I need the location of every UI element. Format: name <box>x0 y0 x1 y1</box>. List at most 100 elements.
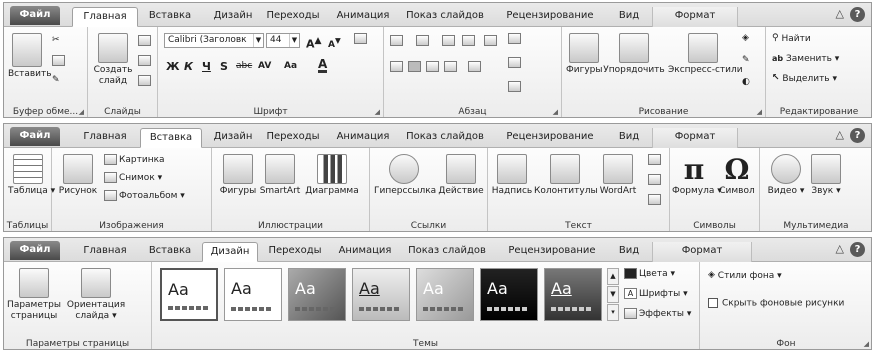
hyperlink-button[interactable]: Гиперссылка <box>374 154 436 197</box>
tab-review[interactable]: Рецензирование <box>502 7 598 27</box>
tab-animation[interactable]: Анимация <box>330 128 396 148</box>
tab-slideshow[interactable]: Показ слайдов <box>402 7 488 27</box>
dialog-launcher-icon[interactable]: ◢ <box>375 108 380 116</box>
tab-home[interactable]: Главная <box>72 242 138 262</box>
format-painter-button[interactable]: ✎ <box>52 75 60 87</box>
tab-view[interactable]: Вид <box>614 7 644 27</box>
theme-thumbnail[interactable]: Aa <box>224 268 282 321</box>
clear-format-button[interactable] <box>354 33 369 45</box>
orientation-button[interactable]: Ориентация слайда ▾ <box>66 268 126 322</box>
picture-button[interactable]: Рисунок <box>56 154 100 197</box>
quick-styles-button[interactable]: Экспресс-стили <box>668 33 743 76</box>
tab-transitions[interactable]: Переходы <box>262 128 324 148</box>
theme-thumbnail[interactable]: Aa <box>480 268 538 321</box>
new-slide-button[interactable]: Создать слайд <box>92 33 134 87</box>
tab-view[interactable]: Вид <box>614 128 644 148</box>
chart-button[interactable]: Диаграмма <box>302 154 362 197</box>
underline-button[interactable]: Ч <box>202 61 211 72</box>
align-text-button[interactable] <box>508 57 523 69</box>
theme-thumbnail[interactable]: Aa <box>544 268 602 321</box>
help-icon[interactable]: ? <box>850 128 865 143</box>
tab-file[interactable]: Файл <box>10 241 60 260</box>
tab-animation[interactable]: Анимация <box>332 242 398 262</box>
align-right-button[interactable] <box>426 61 441 73</box>
tab-home[interactable]: Главная <box>72 128 138 148</box>
object-button[interactable] <box>648 194 663 206</box>
shrink-font-button[interactable]: A▼ <box>328 35 341 51</box>
theme-thumbnail[interactable]: Aa <box>288 268 346 321</box>
help-icon[interactable]: ? <box>850 7 865 22</box>
shapes-button[interactable]: Фигуры <box>566 33 602 76</box>
line-spacing-button[interactable] <box>484 35 499 47</box>
strikethrough-button[interactable]: abc <box>236 61 252 72</box>
fonts-button[interactable]: A Шрифты ▾ <box>624 288 688 300</box>
shape-fill-button[interactable]: ◈ <box>742 33 749 45</box>
screenshot-button[interactable]: Снимок ▾ <box>104 172 162 184</box>
paste-button[interactable]: Вставить <box>8 33 52 80</box>
italic-button[interactable]: К <box>184 61 193 72</box>
photo-album-button[interactable]: Фотоальбом ▾ <box>104 190 185 202</box>
theme-thumbnail[interactable]: Aa <box>160 268 218 321</box>
tab-format[interactable]: Формат <box>652 242 752 262</box>
tab-format[interactable]: Формат <box>652 7 738 27</box>
smartart-convert-button[interactable] <box>508 81 523 93</box>
dialog-launcher-icon[interactable]: ◢ <box>553 108 558 116</box>
help-icon[interactable]: ? <box>850 242 865 257</box>
tab-insert[interactable]: Вставка <box>144 242 196 262</box>
header-footer-button[interactable]: Колонтитулы <box>534 154 598 197</box>
align-center-button[interactable] <box>408 61 423 73</box>
tab-transitions[interactable]: Переходы <box>264 242 326 262</box>
action-button[interactable]: Действие <box>436 154 486 197</box>
tab-insert[interactable]: Вставка <box>140 128 202 148</box>
shadow-button[interactable]: S <box>220 61 228 72</box>
theme-thumbnail[interactable]: Aa <box>416 268 474 321</box>
font-size-select[interactable]: 44 ▼ <box>266 33 300 48</box>
tab-review[interactable]: Рецензирование <box>504 242 600 262</box>
increase-indent-button[interactable] <box>462 35 477 47</box>
tab-file[interactable]: Файл <box>10 6 60 25</box>
background-styles-button[interactable]: ◈ Стили фона ▾ <box>708 270 782 282</box>
grow-font-button[interactable]: A▲ <box>306 35 322 50</box>
minimize-ribbon-icon[interactable]: △ <box>836 7 844 20</box>
colors-button[interactable]: Цвета ▾ <box>624 268 675 280</box>
font-color-button[interactable]: A <box>318 58 328 73</box>
video-button[interactable]: Видео ▾ <box>766 154 806 197</box>
gallery-more-button[interactable]: ▾ <box>607 304 619 321</box>
wordart-button[interactable]: WordArt <box>596 154 640 197</box>
tab-design[interactable]: Дизайн <box>202 242 258 262</box>
dialog-launcher-icon[interactable]: ◢ <box>864 340 869 348</box>
font-name-select[interactable]: Calibri (Заголовк ▼ <box>164 33 264 48</box>
scroll-down-button[interactable]: ▼ <box>607 286 619 303</box>
tab-review[interactable]: Рецензирование <box>502 128 598 148</box>
cut-button[interactable]: ✂ <box>52 35 60 47</box>
tab-slideshow[interactable]: Показ слайдов <box>402 128 488 148</box>
decrease-indent-button[interactable] <box>442 35 457 47</box>
minimize-ribbon-icon[interactable]: △ <box>836 128 844 141</box>
textbox-button[interactable]: Надпись <box>490 154 534 197</box>
table-button[interactable]: Таблица ▾ <box>8 154 55 197</box>
dialog-launcher-icon[interactable]: ◢ <box>79 108 84 116</box>
spacing-button[interactable]: AV <box>258 61 271 72</box>
dialog-launcher-icon[interactable]: ◢ <box>757 108 762 116</box>
tab-file[interactable]: Файл <box>10 127 60 146</box>
shape-outline-button[interactable]: ✎ <box>742 55 750 67</box>
shapes-button[interactable]: Фигуры <box>218 154 258 197</box>
reset-button[interactable] <box>138 55 153 67</box>
smartart-button[interactable]: SmartArt <box>258 154 302 197</box>
tab-transitions[interactable]: Переходы <box>262 7 324 27</box>
copy-button[interactable] <box>52 55 67 67</box>
audio-button[interactable]: Звук ▾ <box>808 154 844 197</box>
tab-animation[interactable]: Анимация <box>330 7 396 27</box>
justify-button[interactable] <box>444 61 459 73</box>
minimize-ribbon-icon[interactable]: △ <box>836 242 844 255</box>
hide-background-checkbox[interactable]: Скрыть фоновые рисунки <box>708 298 844 310</box>
arrange-button[interactable]: Упорядочить <box>602 33 666 76</box>
select-button[interactable]: ↖ Выделить ▾ <box>772 73 837 85</box>
tab-view[interactable]: Вид <box>614 242 644 262</box>
effects-button[interactable]: Эффекты ▾ <box>624 308 691 320</box>
tab-home[interactable]: Главная <box>72 7 138 27</box>
scroll-up-button[interactable]: ▲ <box>607 268 619 285</box>
find-button[interactable]: ⚲ Найти <box>772 33 811 45</box>
slide-number-button[interactable] <box>648 174 663 186</box>
tab-format[interactable]: Формат <box>652 128 738 148</box>
